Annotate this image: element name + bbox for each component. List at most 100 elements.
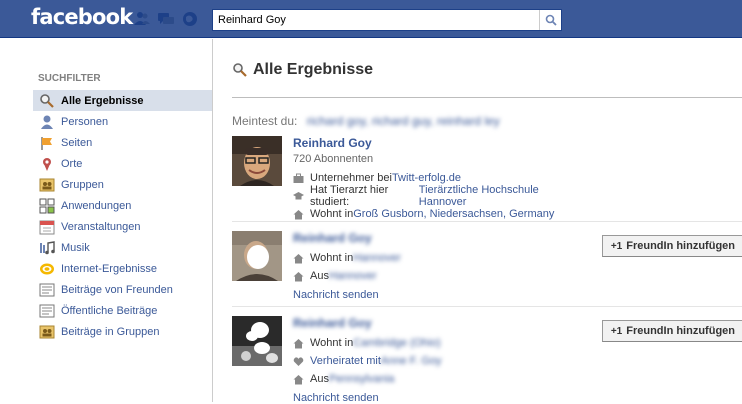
- result-divider: [232, 221, 742, 222]
- calendar-icon: [39, 220, 55, 234]
- filter-label: Alle Ergebnisse: [61, 94, 144, 107]
- filter-places[interactable]: Orte: [33, 153, 212, 174]
- lives-detail: Wohnt in Groß Gusborn, Niedersachsen, Ge…: [293, 207, 573, 221]
- from-link[interactable]: Pennsylvania: [329, 373, 394, 385]
- music-icon: [40, 240, 55, 254]
- map-pin-icon: [43, 157, 51, 171]
- lives-link[interactable]: Hannover: [353, 252, 401, 264]
- home-icon: [293, 271, 304, 281]
- married-detail: Verheiratet mit Anne F. Goy: [293, 354, 573, 368]
- filter-title: SUCHFILTER: [38, 73, 101, 84]
- result-name[interactable]: Reinhard Goy: [293, 136, 573, 150]
- study-detail: Hat Tierarzt hier studiert: Tierärztlich…: [293, 184, 573, 208]
- home-icon: [293, 209, 304, 219]
- filter-label: Anwendungen: [61, 199, 132, 212]
- work-link[interactable]: Twitt-erfolg.de: [392, 172, 461, 184]
- filter-music[interactable]: Musik: [33, 237, 212, 258]
- group-icon: [39, 325, 55, 338]
- detail-text: Unternehmer bei: [310, 172, 392, 184]
- filter-label: Personen: [61, 115, 109, 128]
- search-filter-sidebar: SUCHFILTER Alle Ergebnisse Personen Seit…: [0, 39, 213, 402]
- profile-photo[interactable]: [232, 136, 282, 186]
- result-info: Reinhard Goy Wohnt in Hannover Aus Hanno…: [293, 231, 573, 301]
- from-detail: Aus Pennsylvania: [293, 372, 573, 386]
- add-friend-button[interactable]: +1 FreundIn hinzufügen: [601, 235, 742, 257]
- filter-public-posts[interactable]: Öffentliche Beiträge: [33, 300, 212, 321]
- filter-label: Musik: [61, 241, 90, 254]
- person-icon: [41, 115, 53, 129]
- filter-friend-posts[interactable]: Beiträge von Freunden: [33, 279, 212, 300]
- filter-label: Seiten: [61, 136, 93, 149]
- add-friend-button[interactable]: +1 FreundIn hinzufügen: [601, 320, 742, 342]
- add-friend-label: FreundIn hinzufügen: [626, 325, 735, 337]
- did-you-mean-label: Meintest du:: [232, 114, 298, 128]
- detail-text: Aus: [310, 270, 329, 282]
- add-friend-icon: +1: [610, 325, 623, 337]
- filter-events[interactable]: Veranstaltungen: [33, 216, 212, 237]
- filter-label: Beiträge von Freunden: [61, 283, 173, 296]
- search-button[interactable]: [539, 10, 561, 30]
- from-link[interactable]: Hannover: [329, 270, 377, 282]
- home-icon: [293, 374, 304, 384]
- header-divider: [232, 97, 742, 98]
- result-name[interactable]: Reinhard Goy: [293, 316, 573, 330]
- results-main: Alle Ergebnisse Meintest du: richard goy…: [214, 39, 742, 404]
- filter-people[interactable]: Personen: [33, 111, 212, 132]
- filter-list: Alle Ergebnisse Personen Seiten Orte Gru…: [33, 90, 212, 342]
- notification-jewels: [133, 10, 199, 28]
- profile-photo[interactable]: [232, 316, 282, 366]
- search-box: [212, 9, 562, 31]
- filter-pages[interactable]: Seiten: [33, 132, 212, 153]
- detail-text: Wohnt in: [310, 208, 354, 220]
- lives-link[interactable]: Groß Gusborn, Niedersachsen, Germany: [353, 208, 554, 220]
- friend-requests-icon[interactable]: [133, 10, 151, 28]
- top-bar: facebook: [0, 0, 742, 38]
- send-message-link[interactable]: Nachricht senden: [293, 392, 573, 404]
- filter-label: Öffentliche Beiträge: [61, 304, 158, 317]
- result-name[interactable]: Reinhard Goy: [293, 231, 573, 245]
- filter-label: Internet-Ergebnisse: [61, 262, 157, 275]
- home-icon: [293, 338, 304, 348]
- lives-detail: Wohnt in Hannover: [293, 251, 573, 265]
- lives-link[interactable]: Cambridge (Ohio): [353, 337, 440, 349]
- posts-icon: [39, 283, 55, 296]
- subscriber-count: 720 Abonnenten: [293, 153, 374, 165]
- filter-label: Veranstaltungen: [61, 220, 141, 233]
- magnifier-icon: [545, 14, 557, 26]
- add-friend-label: FreundIn hinzufügen: [626, 240, 735, 252]
- detail-text: Wohnt in: [310, 252, 354, 264]
- work-detail: Unternehmer bei Twitt-erfolg.de: [293, 171, 573, 185]
- filter-label: Orte: [61, 157, 83, 170]
- graduation-icon: [293, 191, 304, 199]
- lives-detail: Wohnt in Cambridge (Ohio): [293, 336, 573, 350]
- briefcase-icon: [293, 173, 304, 183]
- filter-label: Beiträge in Gruppen: [61, 325, 160, 338]
- detail-text: Verheiratet mit: [310, 355, 381, 367]
- send-message-link[interactable]: Nachricht senden: [293, 289, 573, 301]
- detail-text: Aus: [310, 373, 329, 385]
- add-friend-icon: +1: [610, 240, 623, 252]
- married-link[interactable]: Anne F. Goy: [381, 355, 442, 367]
- result-info: Reinhard Goy Wohnt in Cambridge (Ohio) V…: [293, 316, 573, 404]
- home-icon: [293, 253, 304, 263]
- profile-photo[interactable]: [232, 231, 282, 281]
- apps-icon: [39, 198, 55, 213]
- messages-icon[interactable]: [157, 10, 175, 28]
- heart-icon: [293, 356, 304, 366]
- posts-icon: [39, 304, 55, 317]
- flag-icon: [41, 136, 52, 150]
- filter-group-posts[interactable]: Beiträge in Gruppen: [33, 321, 212, 342]
- facebook-logo[interactable]: facebook: [31, 5, 133, 29]
- did-you-mean-names[interactable]: richard goy, richard guy, reinhard ley: [307, 114, 500, 128]
- did-you-mean: Meintest du: richard goy, richard guy, r…: [232, 114, 500, 128]
- filter-web-results[interactable]: Internet-Ergebnisse: [33, 258, 212, 279]
- notifications-globe-icon[interactable]: [181, 10, 199, 28]
- filter-label: Gruppen: [61, 178, 104, 191]
- results-header: Alle Ergebnisse: [232, 61, 373, 79]
- filter-all-results[interactable]: Alle Ergebnisse: [33, 90, 212, 111]
- study-link[interactable]: Tierärztliche Hochschule Hannover: [419, 184, 573, 208]
- filter-apps[interactable]: Anwendungen: [33, 195, 212, 216]
- filter-groups[interactable]: Gruppen: [33, 174, 212, 195]
- search-input[interactable]: [213, 10, 539, 30]
- from-detail: Aus Hannover: [293, 269, 573, 283]
